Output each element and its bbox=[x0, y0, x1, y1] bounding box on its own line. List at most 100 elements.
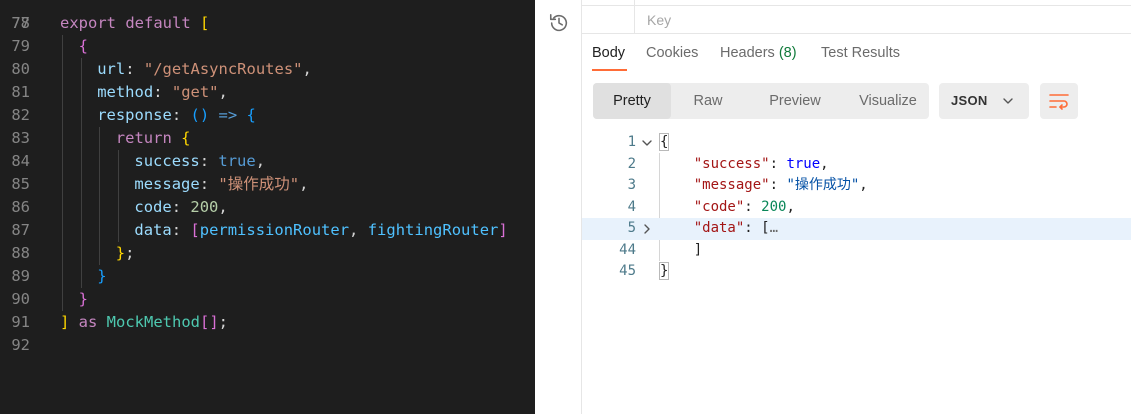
json-line-number: 5 bbox=[627, 220, 636, 236]
tab-headers[interactable]: Headers (8) bbox=[720, 45, 797, 61]
code-text: code: 200, bbox=[134, 196, 227, 219]
expand-chevron-icon[interactable] bbox=[641, 223, 653, 235]
json-line: 44 ] bbox=[582, 240, 1131, 262]
code-text: { bbox=[79, 35, 88, 58]
code-text: success: true, bbox=[134, 150, 265, 173]
mode-visualize-button[interactable]: Visualize bbox=[848, 83, 928, 119]
json-text: { bbox=[658, 132, 670, 154]
json-token: : bbox=[744, 220, 762, 236]
json-token: ] bbox=[693, 241, 703, 258]
json-line-number: 2 bbox=[627, 155, 636, 172]
editor-line: 81 method: "get", bbox=[0, 81, 535, 104]
editor-line: 86 code: 200, bbox=[0, 196, 535, 219]
editor-line: 85 message: "操作成功", bbox=[0, 173, 535, 196]
json-line: 3 "message": "操作成功", bbox=[582, 175, 1131, 197]
editor-line: 91 ] as MockMethod[]; bbox=[0, 311, 535, 334]
collapse-chevron-icon[interactable] bbox=[641, 137, 653, 149]
format-select[interactable]: JSON bbox=[939, 83, 1029, 119]
code-token: default bbox=[125, 14, 200, 32]
mode-preview-button[interactable]: Preview bbox=[750, 83, 840, 119]
json-text: "success": true, bbox=[660, 154, 829, 176]
code-token: "get" bbox=[171, 83, 219, 101]
json-text: ] bbox=[660, 240, 702, 262]
json-text: "code": 200, bbox=[660, 197, 795, 219]
code-token: return bbox=[115, 129, 182, 147]
json-line-number: 45 bbox=[619, 263, 636, 279]
editor-line: 88}; bbox=[0, 242, 535, 265]
line-number: 91 bbox=[11, 313, 30, 331]
code-token: : bbox=[171, 221, 191, 239]
code-token: url bbox=[97, 60, 126, 78]
json-token: 200 bbox=[761, 198, 787, 215]
mode-raw-button[interactable]: Raw bbox=[678, 83, 738, 119]
code-token: } bbox=[97, 267, 107, 285]
code-token: ; bbox=[125, 244, 135, 262]
json-token: true bbox=[786, 155, 821, 172]
mode-pretty-button[interactable]: Pretty bbox=[593, 83, 671, 119]
json-token: [ bbox=[761, 220, 770, 236]
code-token: ] bbox=[498, 221, 508, 239]
code-token: : bbox=[199, 175, 219, 193]
format-select-value: JSON bbox=[951, 93, 988, 108]
code-token: ] bbox=[60, 313, 70, 331]
code-token: } bbox=[78, 290, 88, 308]
code-token: fightingRouter bbox=[367, 221, 499, 239]
line-number: 83 bbox=[11, 129, 30, 147]
code-token: , bbox=[302, 60, 312, 78]
response-panel: Key Body Cookies Headers (8) Test Result… bbox=[582, 0, 1131, 414]
editor-line: 84 success: true, bbox=[0, 150, 535, 173]
view-mode-toggle: Pretty Raw Preview Visualize bbox=[593, 83, 929, 119]
history-sidebar bbox=[535, 0, 582, 414]
line-number: 80 bbox=[11, 60, 30, 78]
code-token: data bbox=[134, 221, 172, 239]
json-text: } bbox=[658, 261, 670, 283]
code-token: [ bbox=[190, 221, 200, 239]
params-header-row: Key bbox=[582, 0, 1131, 34]
code-token: [ bbox=[199, 14, 210, 32]
code-text: message: "操作成功", bbox=[134, 173, 308, 196]
code-editor[interactable]: 77 78 export default [79{80 url: "/getAsyn… bbox=[0, 0, 535, 414]
json-line: 45} bbox=[582, 261, 1131, 283]
code-token: export bbox=[60, 14, 126, 32]
json-token: "data" bbox=[693, 220, 745, 236]
json-line-number: 3 bbox=[627, 177, 636, 193]
json-token: , bbox=[859, 177, 868, 193]
editor-line: 83 return { bbox=[0, 127, 535, 150]
line-number: 92 bbox=[11, 336, 30, 354]
json-line: 4 "code": 200, bbox=[582, 197, 1131, 219]
line-number: 85 bbox=[11, 175, 30, 193]
headers-count-badge: (8) bbox=[778, 45, 797, 61]
code-text: } bbox=[97, 265, 106, 288]
wrap-lines-button[interactable] bbox=[1040, 83, 1078, 119]
code-text: data: [permissionRouter, fightingRouter] bbox=[134, 219, 507, 242]
json-token: } bbox=[658, 262, 670, 280]
tab-cookies[interactable]: Cookies bbox=[646, 45, 698, 61]
code-token: : bbox=[171, 198, 191, 216]
tab-headers-label: Headers bbox=[720, 45, 775, 61]
json-token: : bbox=[769, 177, 787, 193]
code-token: "/getAsyncRoutes" bbox=[143, 60, 303, 78]
code-token: success bbox=[134, 152, 200, 170]
json-token: "success" bbox=[693, 155, 770, 172]
code-token: as bbox=[69, 313, 107, 331]
code-token: [] bbox=[200, 313, 219, 331]
active-tab-indicator bbox=[592, 69, 627, 71]
code-text: ] as MockMethod[]; bbox=[60, 311, 228, 334]
code-token: } bbox=[115, 244, 126, 262]
editor-line: 90} bbox=[0, 288, 535, 311]
json-token: , bbox=[820, 155, 829, 172]
history-icon[interactable] bbox=[548, 12, 570, 34]
json-line-number: 44 bbox=[619, 241, 636, 258]
code-token: "操作成功" bbox=[218, 175, 300, 193]
line-number: 86 bbox=[11, 198, 30, 216]
code-token: method bbox=[97, 83, 154, 101]
code-token: , bbox=[349, 221, 368, 239]
json-line: 5 "data": [… bbox=[582, 218, 1131, 240]
json-text: "message": "操作成功", bbox=[660, 175, 868, 197]
tab-test-results[interactable]: Test Results bbox=[821, 45, 900, 61]
tab-body[interactable]: Body bbox=[592, 45, 625, 61]
